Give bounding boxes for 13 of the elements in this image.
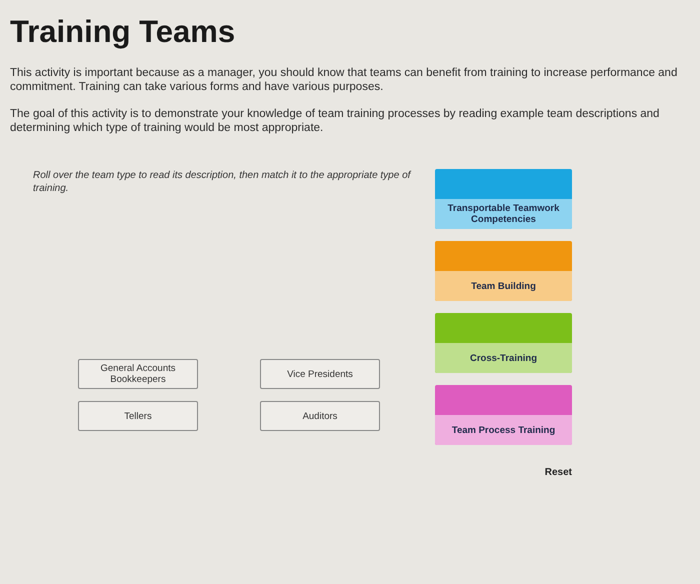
team-type-card[interactable]: Auditors: [260, 401, 380, 431]
training-drop-target[interactable]: Transportable Teamwork Competencies: [435, 169, 572, 229]
page-title: Training Teams: [10, 14, 236, 50]
team-type-card[interactable]: Vice Presidents: [260, 359, 380, 389]
training-drop-target[interactable]: Cross-Training: [435, 313, 572, 373]
training-drop-target[interactable]: Team Process Training: [435, 385, 572, 445]
intro-paragraph: This activity is important because as a manager, you should know that teams can benefit from training to increase performance and commitment. Training can take various forms and have various purposes.: [10, 66, 678, 94]
training-drop-target[interactable]: Team Building: [435, 241, 572, 301]
reset-button[interactable]: Reset: [544, 467, 572, 478]
team-type-card[interactable]: Tellers: [78, 401, 198, 431]
intro-paragraph: The goal of this activity is to demonstrate your knowledge of team training processes by reading example team descriptions and determining which type of training would be most appropriate.: [10, 107, 660, 135]
team-type-card[interactable]: General Accounts Bookkeepers: [78, 359, 198, 389]
instruction-text: Roll over the team type to read its description, then match it to the appropriate type of training.: [33, 169, 412, 195]
